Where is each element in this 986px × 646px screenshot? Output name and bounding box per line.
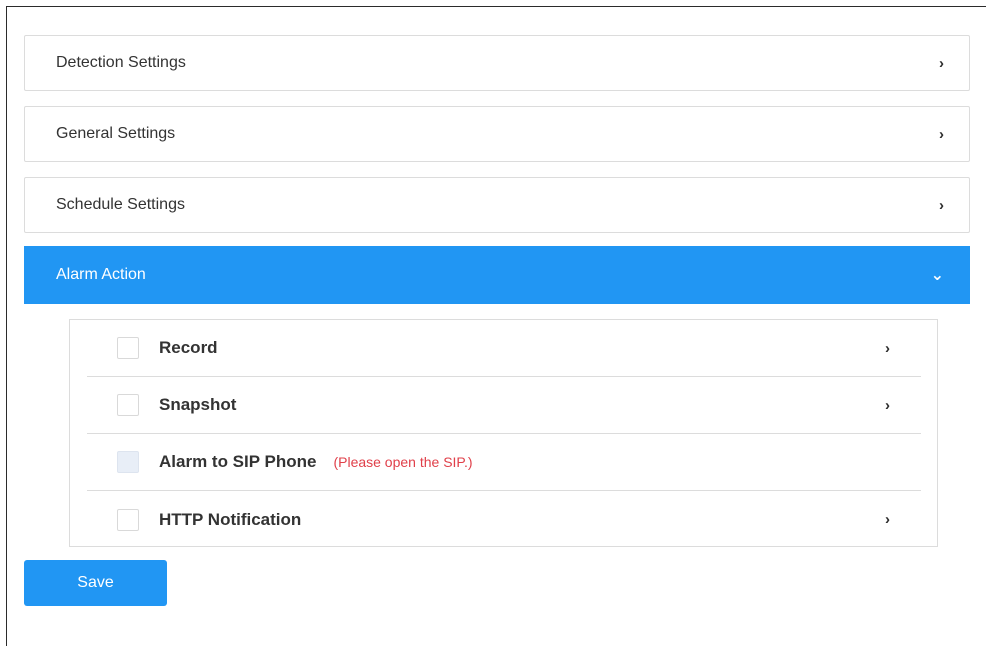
sip-warning-text: (Please open the SIP.): [333, 454, 473, 470]
list-item-http-notification[interactable]: HTTP Notification ›: [87, 491, 921, 548]
list-item-record[interactable]: Record ›: [87, 320, 921, 377]
chevron-right-icon[interactable]: ›: [885, 397, 890, 414]
panel-title: Schedule Settings: [56, 196, 185, 213]
chevron-right-icon: ›: [939, 54, 944, 72]
panel-title: General Settings: [56, 125, 176, 142]
record-label: Record: [159, 338, 218, 357]
chevron-right-icon[interactable]: ›: [885, 340, 890, 357]
panel-general-settings[interactable]: General Settings ›: [24, 106, 970, 162]
panel-schedule-settings[interactable]: Schedule Settings ›: [24, 177, 970, 233]
panel-title: Alarm Action: [56, 266, 146, 283]
http-notification-checkbox[interactable]: [117, 508, 139, 531]
list-item-snapshot[interactable]: Snapshot ›: [87, 377, 921, 434]
panel-title: Detection Settings: [56, 54, 186, 71]
alarm-action-list: Record › Snapshot › Alarm to SIP Phone (…: [69, 319, 938, 547]
chevron-down-icon: ⌄: [930, 267, 944, 284]
sip-phone-label: Alarm to SIP Phone: [159, 452, 317, 471]
chevron-right-icon[interactable]: ›: [885, 511, 890, 528]
snapshot-checkbox[interactable]: [117, 394, 139, 416]
chevron-right-icon: ›: [939, 125, 944, 143]
panel-detection-settings[interactable]: Detection Settings ›: [24, 35, 970, 91]
http-notification-label: HTTP Notification: [159, 509, 302, 529]
record-checkbox[interactable]: [117, 337, 139, 359]
list-item-alarm-to-sip-phone: Alarm to SIP Phone (Please open the SIP.…: [87, 434, 921, 491]
save-button[interactable]: Save: [24, 560, 167, 606]
sip-phone-checkbox: [117, 451, 139, 473]
panel-alarm-action[interactable]: Alarm Action ⌄: [24, 246, 970, 304]
snapshot-label: Snapshot: [159, 395, 237, 414]
chevron-right-icon: ›: [939, 196, 944, 214]
